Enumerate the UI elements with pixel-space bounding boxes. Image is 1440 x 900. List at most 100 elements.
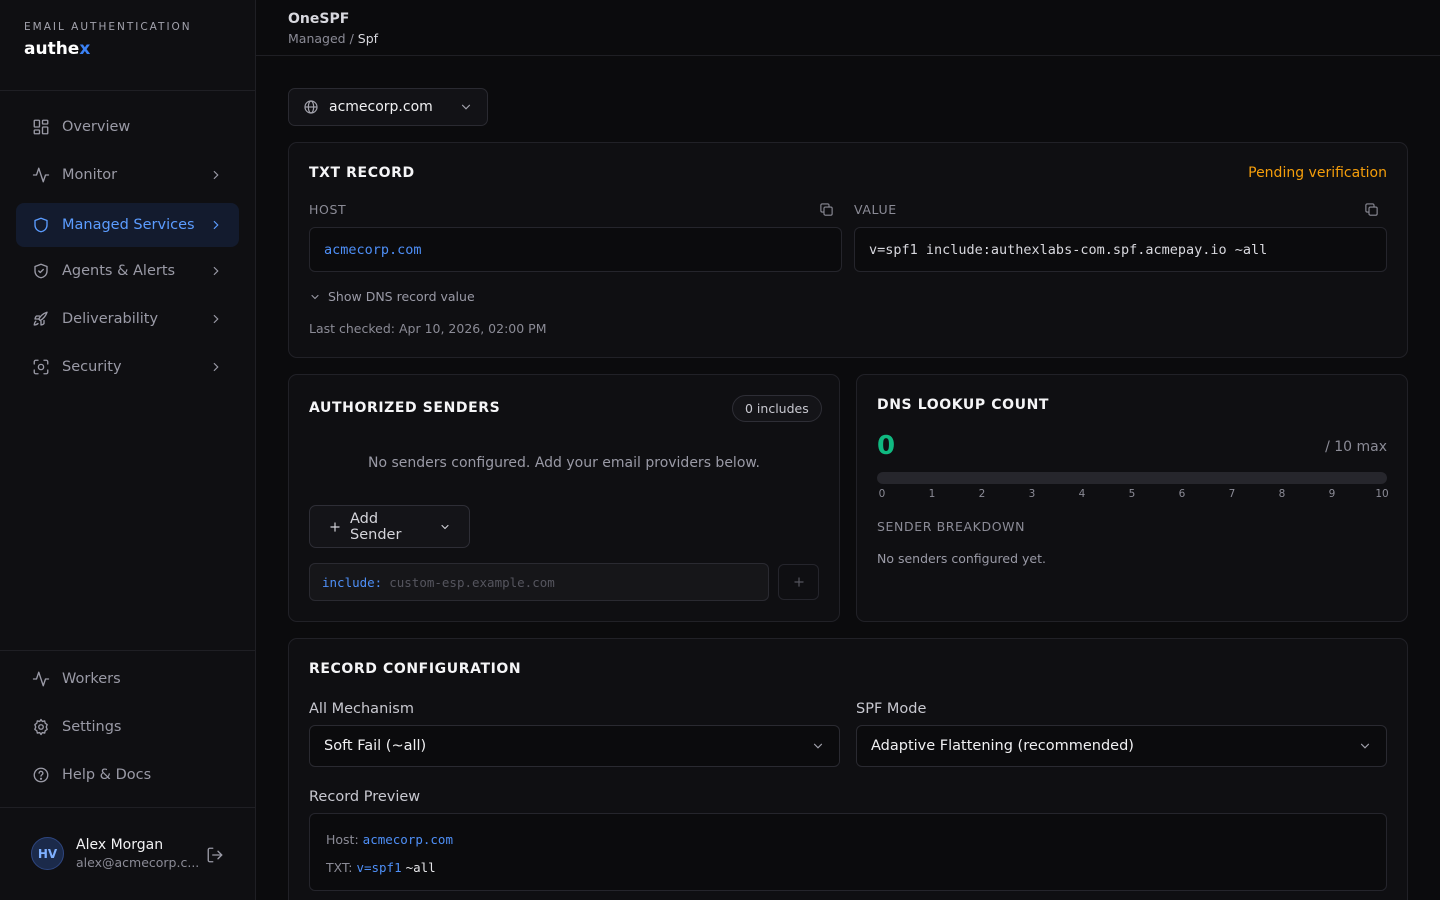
sidebar-item-help-docs[interactable]: Help & Docs [16,753,239,797]
add-include-button[interactable] [778,564,819,600]
host-field[interactable]: acmecorp.com [309,227,842,272]
sender-breakdown-empty: No senders configured yet. [877,551,1046,566]
includes-count-badge: 0 includes [732,395,822,422]
sidebar-divider [0,650,255,651]
help-circle-icon [32,766,50,784]
record-preview-label: Record Preview [309,789,421,805]
txt-record-title: TXT RECORD [309,165,415,181]
brand-name: authe [24,39,80,59]
sidebar-item-label: Agents & Alerts [62,263,176,279]
plus-icon [793,577,804,587]
breadcrumb-separator: / [345,31,358,46]
sidebar: EMAIL AUTHENTICATION authex Overview Mon… [0,0,256,900]
user-profile[interactable]: HV Alex Morgan alex@acmecorp.c... [31,837,198,870]
rocket-icon [32,310,50,328]
preview-host-line: Host: acmecorp.com [326,832,453,847]
sidebar-item-label: Help & Docs [62,767,152,783]
dns-lookup-tick: 8 [1278,488,1286,500]
all-mechanism-value: Soft Fail (~all) [324,738,427,754]
sidebar-item-settings[interactable]: Settings [16,705,239,749]
scan-icon [32,358,50,376]
dns-lookup-count: 0 [877,431,896,461]
chevron-right-icon [209,360,223,374]
sidebar-item-label: Settings [62,719,122,735]
chevron-right-icon [209,312,223,326]
authorized-senders-card: AUTHORIZED SENDERS 0 includes No senders… [288,374,840,622]
brand: EMAIL AUTHENTICATION authex [24,21,192,59]
plus-icon [328,520,342,534]
page-header: OneSPF Managed / Spf [256,0,1440,56]
preview-txt-label: TXT: [326,860,353,875]
dns-lookup-tick: 10 [1375,488,1389,500]
spf-mode-label: SPF Mode [856,701,927,717]
breadcrumb-parent[interactable]: Managed [288,31,346,46]
all-mechanism-label: All Mechanism [309,701,414,717]
chevron-down-icon [459,100,473,114]
preview-host-value: acmecorp.com [362,832,453,847]
sidebar-item-overview[interactable]: Overview [16,105,239,149]
dns-lookup-tick: 3 [1028,488,1036,500]
dns-lookup-tick: 0 [878,488,886,500]
sidebar-item-agents-alerts[interactable]: Agents & Alerts [16,249,239,293]
record-preview-box: Host: acmecorp.com TXT: v=spf1 ~all [309,813,1387,891]
copy-host-icon[interactable] [819,202,834,217]
dns-lookup-tick: 5 [1128,488,1136,500]
authorized-senders-title: AUTHORIZED SENDERS [309,400,501,416]
sidebar-divider [0,807,255,808]
host-label: HOST [309,202,347,217]
user-name: Alex Morgan [76,837,164,853]
value-field[interactable]: v=spf1 include:authexlabs-com.spf.acmepa… [854,227,1387,272]
chevron-down-icon [439,521,451,533]
dns-lookup-tick: 4 [1078,488,1086,500]
sidebar-divider [0,90,255,91]
brand-logo[interactable]: authex [24,39,192,59]
dns-lookup-progress [877,472,1387,484]
chevron-down-icon [1358,739,1372,753]
dns-lookup-tick: 2 [978,488,986,500]
add-sender-button[interactable]: Add Sender [309,505,470,548]
copy-value-icon[interactable] [1364,202,1379,217]
sidebar-item-monitor[interactable]: Monitor [16,153,239,197]
status-badge: Pending verification [1248,165,1387,181]
dns-lookup-tick: 6 [1178,488,1186,500]
sidebar-item-label: Workers [62,671,121,687]
domain-select[interactable]: acmecorp.com [288,88,488,126]
record-configuration-title: RECORD CONFIGURATION [309,661,522,677]
spf-mode-value: Adaptive Flattening (recommended) [871,738,1134,754]
preview-host-label: Host: [326,832,359,847]
sidebar-item-managed-services[interactable]: Managed Services [16,203,239,247]
globe-icon [303,99,319,115]
breadcrumb: Managed / Spf [288,31,378,46]
all-mechanism-select[interactable]: Soft Fail (~all) [309,725,840,767]
value-label: VALUE [854,202,897,217]
senders-empty-message: No senders configured. Add your email pr… [367,455,761,471]
sidebar-item-workers[interactable]: Workers [16,657,239,701]
include-input[interactable] [389,574,750,590]
preview-txt-version: v=spf1 [356,860,402,875]
shield-check-icon [32,262,50,280]
gear-icon [32,718,50,736]
grid-icon [32,118,50,136]
host-value: acmecorp.com [324,241,422,258]
breadcrumb-current: Spf [357,31,379,46]
spf-mode-select[interactable]: Adaptive Flattening (recommended) [856,725,1387,767]
pulse-icon [32,166,50,184]
shield-icon [32,216,50,234]
sidebar-item-deliverability[interactable]: Deliverability [16,297,239,341]
last-checked: Last checked: Apr 10, 2026, 02:00 PM [309,321,547,336]
txt-record-card: TXT RECORD Pending verification HOST acm… [288,142,1408,358]
sender-breakdown-label: SENDER BREAKDOWN [877,519,1026,534]
pulse-icon [32,670,50,688]
dns-lookup-tick: 7 [1228,488,1236,500]
dns-lookup-title: DNS LOOKUP COUNT [877,397,1050,413]
chevron-right-icon [209,168,223,182]
preview-txt-all: ~all [405,860,436,875]
dns-lookup-tick: 9 [1328,488,1336,500]
user-email: alex@acmecorp.c... [76,855,198,870]
dns-lookup-max: / 10 max [1325,439,1387,455]
logout-icon[interactable] [206,846,224,864]
sidebar-item-label: Security [62,359,122,375]
show-dns-toggle[interactable]: Show DNS record value [309,289,475,304]
sidebar-item-security[interactable]: Security [16,345,239,389]
sidebar-item-label: Managed Services [62,217,195,233]
